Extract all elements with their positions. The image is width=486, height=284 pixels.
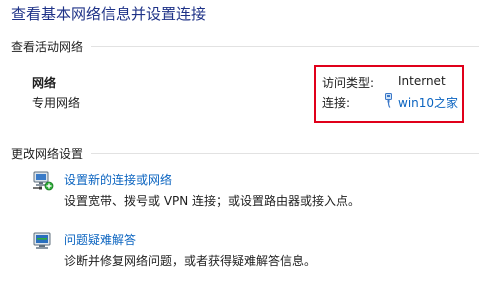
connection-label: 连接: bbox=[322, 96, 351, 110]
connection-link[interactable]: win10之家 bbox=[398, 94, 458, 111]
network-name: 网络 bbox=[32, 76, 57, 90]
network-setup-icon bbox=[32, 169, 54, 191]
troubleshoot-link[interactable]: 问题疑难解答 bbox=[64, 231, 136, 248]
page-title: 查看基本网络信息并设置连接 bbox=[11, 5, 207, 23]
troubleshoot-icon bbox=[32, 229, 54, 251]
change-settings-divider bbox=[91, 153, 479, 154]
setup-connection-link[interactable]: 设置新的连接或网络 bbox=[64, 171, 172, 188]
setup-connection-description: 设置宽带、拨号或 VPN 连接；或设置路由器或接入点。 bbox=[64, 194, 361, 208]
change-settings-heading: 更改网络设置 bbox=[11, 147, 84, 161]
access-type-value: Internet bbox=[398, 74, 446, 88]
active-networks-divider bbox=[91, 46, 479, 47]
troubleshoot-description: 诊断并修复网络问题，或者获得疑难解答信息。 bbox=[64, 254, 317, 268]
ethernet-icon bbox=[384, 93, 393, 111]
access-type-label: 访问类型: bbox=[322, 76, 375, 90]
active-networks-heading: 查看活动网络 bbox=[11, 40, 84, 54]
network-type: 专用网络 bbox=[32, 96, 81, 110]
